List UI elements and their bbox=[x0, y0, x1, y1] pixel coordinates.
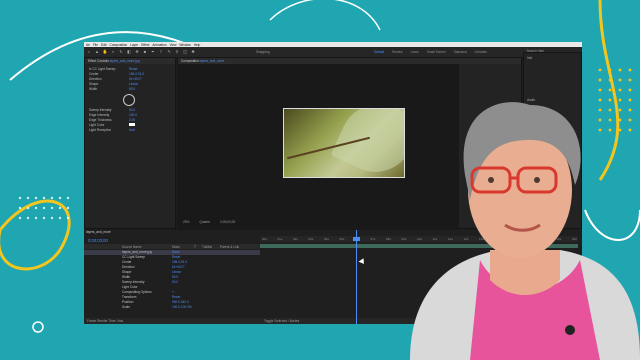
workspace-standard[interactable]: Standard bbox=[454, 50, 467, 54]
workspace-default[interactable]: Default bbox=[374, 50, 384, 54]
zoom-level[interactable]: 25% bbox=[183, 220, 189, 224]
timeline-panel: layers_and_more 0;00;03;00 Source Name M… bbox=[84, 230, 582, 324]
tools-toolbar: ⌂ ▲ ✋ ⌕ ↻ ◧ ✥ ■ ✒ T ✎ ⚲ ◫ ✱ Snapping Def… bbox=[84, 47, 582, 57]
rotate-tool-icon[interactable]: ↻ bbox=[118, 49, 124, 55]
footage-image[interactable] bbox=[283, 108, 405, 178]
effect-controls-tab[interactable]: Effect Controls layers_and_more.jpg bbox=[85, 58, 175, 64]
ruler-tick-label: 01s bbox=[277, 236, 283, 241]
effect-row[interactable]: Direction 0x+40.0° bbox=[89, 77, 142, 81]
layer-column-header: Source Name Mode T TrkMat Parent & Link bbox=[84, 244, 260, 249]
ruler-tick-label: 15s bbox=[494, 236, 500, 241]
column-t[interactable]: T bbox=[194, 245, 196, 249]
eraser-tool-icon[interactable]: ◫ bbox=[182, 49, 188, 55]
effect-row[interactable]: Center 196.0,91.0 bbox=[89, 72, 144, 76]
selection-tool-icon[interactable]: ▲ bbox=[94, 49, 100, 55]
menu-item[interactable]: Composition bbox=[110, 43, 128, 47]
ruler-tick-label: 05s bbox=[339, 236, 345, 241]
ruler-tick-label: 16s bbox=[510, 236, 515, 241]
layer-duration-bar[interactable] bbox=[260, 244, 578, 248]
menu-item[interactable]: Layer bbox=[130, 43, 138, 47]
preview-panel-label[interactable]: Preview bbox=[527, 108, 538, 112]
text-tool-icon[interactable]: T bbox=[158, 49, 164, 55]
status-bar: Frame Render Time: 0ms Toggle Switches /… bbox=[84, 318, 582, 324]
timeline-tab[interactable]: layers_and_more bbox=[86, 230, 111, 234]
direction-dial[interactable] bbox=[123, 94, 135, 106]
menu-item[interactable]: Edit bbox=[101, 43, 107, 47]
playhead-line[interactable] bbox=[356, 230, 357, 324]
shape-tool-icon[interactable]: ■ bbox=[142, 49, 148, 55]
effect-row[interactable]: Width 50.0 bbox=[89, 87, 135, 91]
effect-row[interactable]: Edge Intensity 100.0 bbox=[89, 113, 137, 117]
column-source-name[interactable]: Source Name bbox=[122, 245, 142, 249]
ruler-tick-label: 13s bbox=[463, 236, 469, 241]
resolution-select[interactable]: Quarter bbox=[199, 220, 210, 224]
current-time[interactable]: 0;00;03;00 bbox=[220, 220, 235, 224]
menu-item[interactable]: View bbox=[170, 43, 177, 47]
menu-item[interactable]: Ae bbox=[86, 43, 90, 47]
after-effects-window: Ae File Edit Composition Layer Effect An… bbox=[84, 42, 582, 324]
ruler-tick-label: 04s bbox=[324, 236, 329, 241]
ruler-tick-label: 12s bbox=[448, 236, 453, 241]
ruler-tick-label: 18s bbox=[541, 236, 546, 241]
ruler-tick-label: 07s bbox=[370, 236, 376, 241]
effect-row[interactable]: Shape Linear bbox=[89, 82, 138, 86]
ruler-tick-label: 14s bbox=[479, 236, 484, 241]
effects-presets-panel-label[interactable]: Effects & Presets bbox=[527, 118, 551, 122]
ruler-tick-label: 03s bbox=[308, 236, 314, 241]
workspace-switcher: Default Review Learn Small Screen Standa… bbox=[374, 47, 495, 57]
workspace-small-screen[interactable]: Small Screen bbox=[427, 50, 446, 54]
ruler-tick-label: 00s bbox=[262, 236, 267, 241]
hand-tool-icon[interactable]: ✋ bbox=[102, 49, 108, 55]
column-trkmat[interactable]: TrkMat bbox=[202, 245, 212, 249]
toggle-switches-modes[interactable]: Toggle Switches / Modes bbox=[264, 319, 299, 323]
ruler-tick-label: 08s bbox=[386, 236, 391, 241]
time-ruler[interactable]: 00s01s02s03s04s05s06s07s08s09s10s11s12s1… bbox=[260, 236, 578, 242]
light-color-swatch[interactable] bbox=[129, 123, 135, 126]
workspace-review[interactable]: Review bbox=[392, 50, 402, 54]
workspace-learn[interactable]: Learn bbox=[411, 50, 419, 54]
info-panel: Info Audio Preview Effects & Presets bbox=[523, 52, 582, 229]
ruler-tick-label: 11s bbox=[432, 236, 438, 241]
effect-row[interactable]: Sweep Intensity 50.0 bbox=[89, 108, 135, 112]
ruler-tick-label: 17s bbox=[525, 236, 531, 241]
column-mode[interactable]: Mode bbox=[172, 245, 180, 249]
snapping-toggle[interactable]: Snapping bbox=[256, 50, 269, 54]
menu-item[interactable]: File bbox=[93, 43, 98, 47]
effect-row[interactable]: Edge Thickness 2.00 bbox=[89, 118, 135, 122]
brush-tool-icon[interactable]: ✎ bbox=[166, 49, 172, 55]
stamp-tool-icon[interactable]: ⚲ bbox=[174, 49, 180, 55]
camera-tool-icon[interactable]: ◧ bbox=[126, 49, 132, 55]
ruler-tick-label: 02s bbox=[293, 236, 298, 241]
audio-panel-label[interactable]: Audio bbox=[527, 98, 535, 102]
timeline-timecode[interactable]: 0;00;03;00 bbox=[88, 238, 108, 243]
effect-controls-panel: Effect Controls layers_and_more.jpg fx C… bbox=[84, 57, 176, 229]
puppet-tool-icon[interactable]: ✱ bbox=[190, 49, 196, 55]
render-time-label: Frame Render Time: 0ms bbox=[87, 319, 124, 323]
menu-item[interactable]: Help bbox=[194, 43, 201, 47]
workspace-libraries[interactable]: Libraries bbox=[475, 50, 487, 54]
menu-item[interactable]: Window bbox=[179, 43, 190, 47]
pan-behind-tool-icon[interactable]: ✥ bbox=[134, 49, 140, 55]
effect-row[interactable]: Light Color bbox=[89, 123, 135, 127]
info-panel-label[interactable]: Info bbox=[527, 56, 532, 60]
composition-footer: 25% Quarter 0;00;03;00 bbox=[177, 218, 459, 225]
menu-item[interactable]: Animation bbox=[152, 43, 166, 47]
ruler-tick-label: 10s bbox=[417, 236, 422, 241]
zoom-tool-icon[interactable]: ⌕ bbox=[110, 49, 116, 55]
ruler-tick-label: 19s bbox=[556, 236, 562, 241]
ruler-tick-label: 20s bbox=[572, 236, 577, 241]
menu-item[interactable]: Effect bbox=[141, 43, 149, 47]
layer-row[interactable]: Scale 100.0,100.0% bbox=[84, 305, 260, 310]
effect-row[interactable]: fx CC Light Sweep Reset bbox=[89, 67, 137, 71]
column-parent[interactable]: Parent & Link bbox=[220, 245, 239, 249]
home-icon[interactable]: ⌂ bbox=[86, 49, 92, 55]
ruler-tick-label: 09s bbox=[401, 236, 407, 241]
pen-tool-icon[interactable]: ✒ bbox=[150, 49, 156, 55]
effect-row[interactable]: Light Reception Add bbox=[89, 128, 135, 132]
